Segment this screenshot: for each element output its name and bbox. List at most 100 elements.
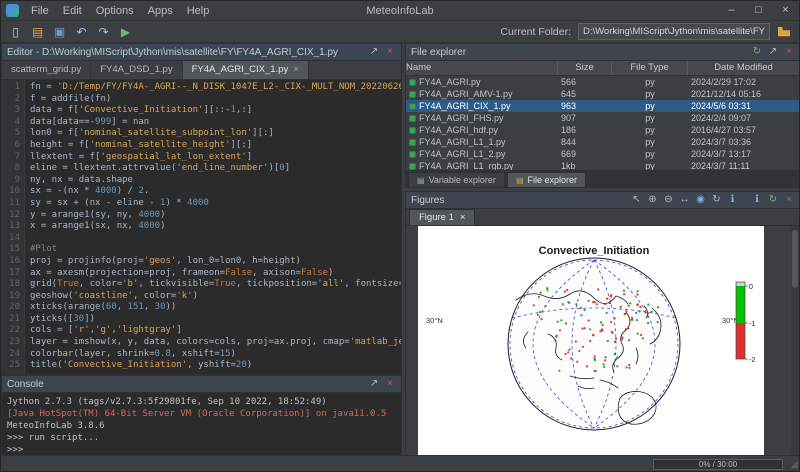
line-number: 18 bbox=[2, 279, 20, 291]
console-output[interactable]: Jython 2.7.3 (tags/v2.7.3:5f29801fe, Sep… bbox=[2, 393, 401, 456]
refresh-icon[interactable]: ↻ bbox=[767, 192, 779, 208]
column-header-size[interactable]: Size bbox=[558, 61, 612, 75]
editor-tab[interactable]: scatterm_grid.py bbox=[2, 61, 91, 79]
editor-panel-header: Editor - D:\Working\MIScript\Jython\mis\… bbox=[2, 44, 401, 61]
close-icon[interactable]: × bbox=[384, 44, 396, 60]
line-number: 9 bbox=[2, 175, 20, 187]
close-icon[interactable]: × bbox=[783, 44, 795, 60]
tab-variable-explorer[interactable]: ▤Variable explorer bbox=[408, 172, 505, 187]
figures-panel: Figures ↖⊕⊖↔◉↻ℹ ℹ↻× Figure 1 × Convectiv… bbox=[405, 191, 800, 457]
code-line: grid(True, color='b', tickvisible=True, … bbox=[30, 279, 401, 291]
code-editor[interactable]: 1234567891011121314151617181920212223242… bbox=[2, 80, 401, 374]
refresh-icon[interactable]: ↻ bbox=[751, 44, 763, 60]
current-folder-combobox[interactable]: D:\Working\MIScript\Jython\mis\satellite… bbox=[578, 23, 770, 40]
line-number: 12 bbox=[2, 210, 20, 222]
file-date-cell: 2024/5/6 03:31 bbox=[688, 100, 800, 112]
table-row[interactable]: FY4A_AGRI_FHS.py907py2024/2/4 09:07 bbox=[406, 112, 800, 124]
pan-icon[interactable]: ↔ bbox=[678, 192, 691, 208]
scrollbar-thumb[interactable] bbox=[792, 230, 798, 288]
zoom-in-icon[interactable]: ⊕ bbox=[646, 192, 659, 208]
info-icon[interactable]: ℹ bbox=[751, 192, 763, 208]
code-line: title('Convective_Initiation', yshift=20… bbox=[30, 360, 401, 372]
maximize-button[interactable]: □ bbox=[745, 1, 772, 21]
line-number: 17 bbox=[2, 268, 20, 280]
save-icon[interactable]: ▣ bbox=[50, 23, 69, 41]
code-line: x = arange1(sx, nx, 4000) bbox=[30, 221, 401, 233]
editor-tab[interactable]: FY4A_AGRI_CIX_1.py× bbox=[183, 61, 309, 79]
column-header-file-type[interactable]: File Type bbox=[612, 61, 688, 75]
figure-canvas[interactable]: Convective_Initiation bbox=[418, 226, 764, 458]
current-folder-value: D:\Working\MIScript\Jython\mis\satellite… bbox=[583, 26, 765, 37]
close-icon[interactable]: × bbox=[384, 376, 396, 392]
code-line: ax = axesm(projection=proj, frameon=Fals… bbox=[30, 268, 401, 280]
code-line: xticks(arange(60, 151, 30)) bbox=[30, 302, 401, 314]
redo-icon[interactable]: ↷ bbox=[94, 23, 113, 41]
figures-scrollbar[interactable] bbox=[791, 226, 799, 456]
figures-panel-header: Figures ↖⊕⊖↔◉↻ℹ ℹ↻× bbox=[406, 192, 800, 209]
console-line: >>> run script... bbox=[7, 432, 401, 444]
resize-grip[interactable]: ◢ bbox=[790, 459, 798, 471]
close-icon[interactable]: × bbox=[293, 61, 299, 79]
meteoinfolab-window: FileEditOptionsAppsHelp MeteoInfoLab – □… bbox=[0, 0, 800, 472]
file-type-cell: py bbox=[612, 88, 688, 100]
editor-tabbar: scatterm_grid.pyFY4A_DSD_1.pyFY4A_AGRI_C… bbox=[2, 61, 401, 80]
minimize-button[interactable]: – bbox=[718, 1, 745, 21]
column-header-name[interactable]: Name bbox=[406, 61, 558, 75]
py-file-icon bbox=[409, 115, 416, 122]
panel-tab-icon: ▤ bbox=[516, 176, 524, 185]
file-name-cell: FY4A_AGRI_FHS.py bbox=[406, 112, 558, 124]
rotate-icon[interactable]: ↻ bbox=[710, 192, 723, 208]
column-header-date-modified[interactable]: Date Modified bbox=[688, 61, 800, 75]
close-button[interactable]: × bbox=[772, 1, 799, 21]
code-lines: fn = 'D:/Temp/FY/FY4A-_AGRI--_N_DISK_104… bbox=[25, 80, 401, 374]
table-row[interactable]: FY4A_AGRI_L1_rgb.py1kbpy2024/3/7 11:11 bbox=[406, 160, 800, 170]
file-name: FY4A_AGRI_L1_1.py bbox=[419, 136, 506, 148]
file-date-cell: 2024/2/29 17:02 bbox=[688, 76, 800, 88]
figure-tab[interactable]: Figure 1 × bbox=[409, 209, 475, 225]
line-number: 20 bbox=[2, 302, 20, 314]
close-icon[interactable]: × bbox=[460, 212, 466, 223]
run-script-icon[interactable]: ▶ bbox=[116, 23, 135, 41]
menu-file[interactable]: File bbox=[24, 5, 56, 17]
open-folder-icon[interactable]: ▤ bbox=[28, 23, 47, 41]
py-file-icon bbox=[409, 139, 416, 146]
float-icon[interactable]: ↗ bbox=[368, 44, 380, 60]
menu-options[interactable]: Options bbox=[89, 5, 141, 17]
identify-icon[interactable]: ℹ bbox=[726, 192, 739, 208]
table-row[interactable]: FY4A_AGRI_L1_2.py669py2024/3/7 13:17 bbox=[406, 148, 800, 160]
file-name: FY4A_AGRI_FHS.py bbox=[419, 112, 504, 124]
window-controls: – □ × bbox=[718, 1, 799, 21]
table-row[interactable]: FY4A_AGRI_CIX_1.py963py2024/5/6 03:31 bbox=[406, 100, 800, 112]
file-type-cell: py bbox=[612, 160, 688, 170]
full-extent-icon[interactable]: ◉ bbox=[694, 192, 707, 208]
table-row[interactable]: FY4A_AGRI_L1_1.py844py2024/3/7 03:36 bbox=[406, 136, 800, 148]
undo-icon[interactable]: ↶ bbox=[72, 23, 91, 41]
browse-folder-button[interactable] bbox=[773, 23, 794, 41]
table-row[interactable]: FY4A_AGRI.py566py2024/2/29 17:02 bbox=[406, 76, 800, 88]
py-file-icon bbox=[409, 163, 416, 170]
zoom-out-icon[interactable]: ⊖ bbox=[662, 192, 675, 208]
file-name: FY4A_AGRI_L1_2.py bbox=[419, 148, 506, 160]
line-number: 10 bbox=[2, 186, 20, 198]
file-type-cell: py bbox=[612, 100, 688, 112]
tab-file-explorer[interactable]: ▤File explorer bbox=[507, 172, 586, 187]
file-name: FY4A_AGRI_AMV-1.py bbox=[419, 88, 513, 100]
select-icon[interactable]: ↖ bbox=[630, 192, 643, 208]
menu-edit[interactable]: Edit bbox=[56, 5, 89, 17]
float-icon[interactable]: ↗ bbox=[368, 376, 380, 392]
code-line: data[data==-999] = nan bbox=[30, 117, 401, 129]
close-icon[interactable]: × bbox=[783, 192, 795, 208]
code-line: y = arange1(sy, ny, 4000) bbox=[30, 210, 401, 222]
new-file-icon[interactable]: ▯ bbox=[6, 23, 25, 41]
float-icon[interactable]: ↗ bbox=[767, 44, 779, 60]
menu-help[interactable]: Help bbox=[180, 5, 217, 17]
table-row[interactable]: FY4A_AGRI_hdf.py186py2016/4/27 03:57 bbox=[406, 124, 800, 136]
editor-tab[interactable]: FY4A_DSD_1.py bbox=[91, 61, 182, 79]
table-row[interactable]: FY4A_AGRI_AMV-1.py645py2021/12/14 05:16 bbox=[406, 88, 800, 100]
colorbar-label-2: -2 bbox=[749, 357, 755, 364]
menu-apps[interactable]: Apps bbox=[141, 5, 180, 17]
line-number: 2 bbox=[2, 94, 20, 106]
file-name-cell: FY4A_AGRI_AMV-1.py bbox=[406, 88, 558, 100]
file-size-cell: 566 bbox=[558, 76, 612, 88]
chevron-down-icon[interactable]: ▼ bbox=[765, 27, 770, 36]
